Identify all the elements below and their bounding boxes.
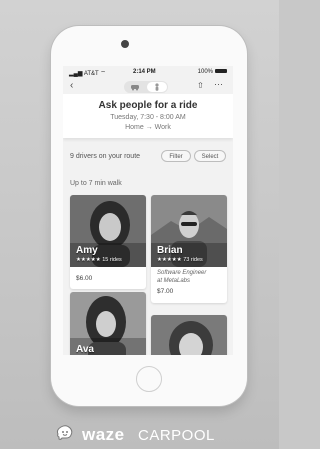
more-icon[interactable]: ··· bbox=[214, 79, 223, 89]
driver-card-ava[interactable]: Ava bbox=[70, 292, 146, 355]
phone-screen: ▂▄▆ AT&T ⌔ 2:14 PM 100% ‹ ⇧ ··· Ask peop… bbox=[63, 66, 233, 355]
waze-carpool-logo: waze CARPOOL bbox=[56, 423, 246, 445]
driver-card[interactable] bbox=[151, 315, 227, 355]
driver-photo bbox=[151, 315, 227, 355]
page-title: Ask people for a ride bbox=[98, 100, 198, 111]
ride-price: $6.00 bbox=[76, 275, 93, 282]
clock: 2:14 PM bbox=[133, 69, 156, 75]
battery-indicator: 100% bbox=[198, 69, 227, 75]
route-text: Home → Work bbox=[125, 124, 171, 131]
person-icon[interactable] bbox=[147, 82, 167, 92]
brand-name: waze bbox=[82, 425, 125, 444]
battery-icon bbox=[215, 69, 227, 74]
drivers-count: 9 drivers on your route bbox=[70, 153, 141, 160]
section-heading: Up to 7 min walk bbox=[70, 180, 122, 187]
mode-segmented-control[interactable] bbox=[124, 81, 168, 93]
car-icon[interactable] bbox=[125, 82, 145, 92]
nav-bar: ‹ ⇧ ··· bbox=[63, 79, 233, 94]
ride-price: $7.00 bbox=[157, 288, 174, 295]
waze-ghost-icon bbox=[56, 425, 73, 440]
share-icon[interactable]: ⇧ bbox=[197, 81, 204, 90]
product-name: CARPOOL bbox=[138, 427, 215, 444]
driver-name: Amy bbox=[76, 245, 98, 256]
driver-name: Ava bbox=[76, 344, 94, 355]
carrier-label: ▂▄▆ AT&T ⌔ bbox=[69, 71, 106, 77]
filter-button[interactable]: Filter bbox=[161, 150, 191, 162]
home-button bbox=[136, 366, 162, 392]
phone-camera bbox=[121, 40, 129, 48]
driver-card-amy[interactable]: Amy ★★★★★ 15 rides $6.00 bbox=[70, 195, 146, 289]
status-bar: ▂▄▆ AT&T ⌔ 2:14 PM 100% bbox=[63, 66, 233, 78]
driver-name: Brian bbox=[157, 245, 183, 256]
driver-rating: ★★★★★ 73 rides bbox=[157, 257, 203, 263]
driver-occupation: Software Engineer at MetaLabs bbox=[157, 270, 207, 284]
ride-request-header: Ask people for a ride Tuesday, 7:30 - 8:… bbox=[63, 94, 233, 138]
driver-rating: ★★★★★ 15 rides bbox=[76, 257, 122, 263]
back-icon[interactable]: ‹ bbox=[70, 80, 73, 91]
driver-card-brian[interactable]: Brian ★★★★★ 73 rides Software Engineer at… bbox=[151, 195, 227, 303]
select-button[interactable]: Select bbox=[194, 150, 226, 162]
schedule-text: Tuesday, 7:30 - 8:00 AM bbox=[110, 114, 186, 121]
